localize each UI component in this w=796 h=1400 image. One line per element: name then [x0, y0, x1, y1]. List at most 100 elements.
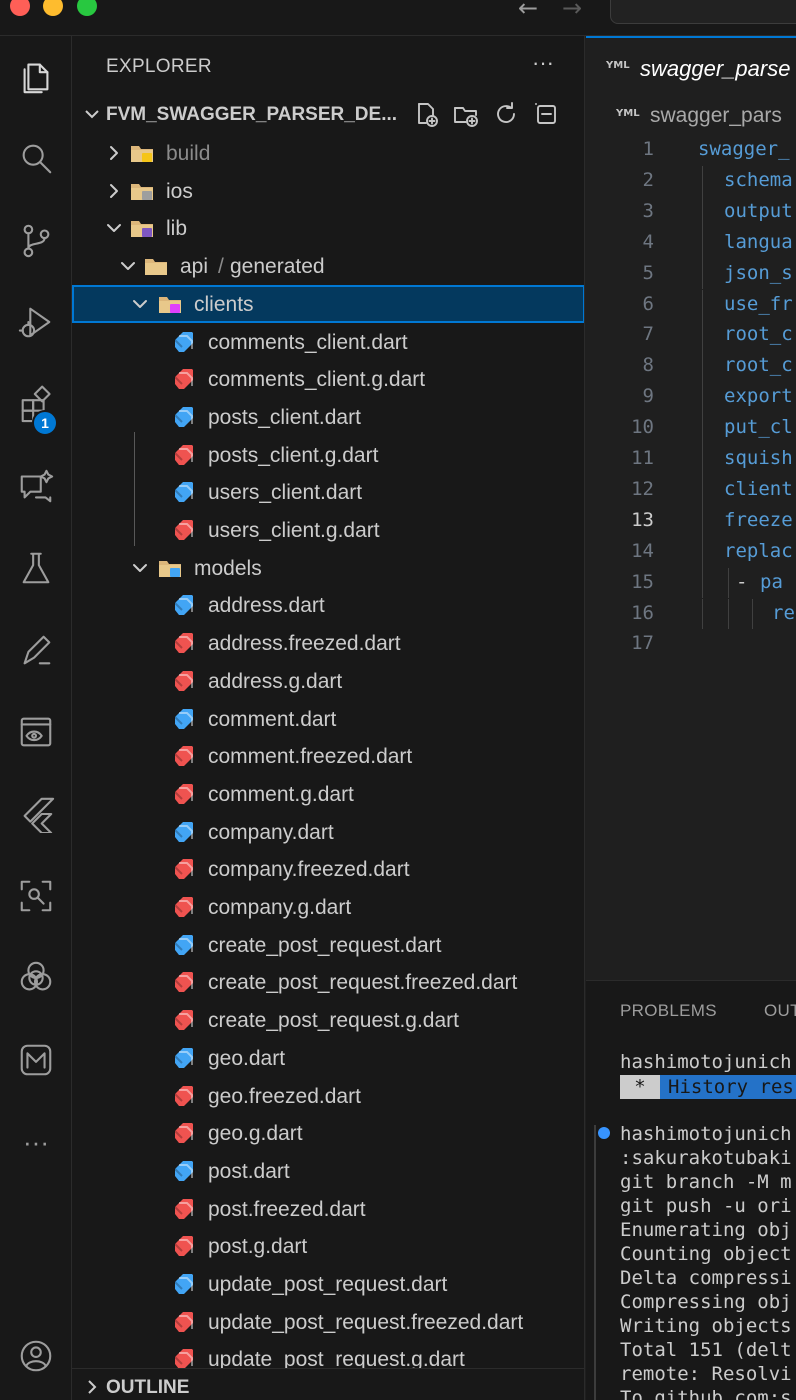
scan-search-icon[interactable] [0, 866, 72, 926]
tree-file-row[interactable]: geo.g.dart [72, 1114, 584, 1152]
back-arrow-icon[interactable]: ← [518, 0, 538, 22]
explorer-sidebar: EXPLORER ··· FVM_SWAGGER_PARSER_DE... bu… [72, 36, 585, 1400]
tree-file-row[interactable]: company.g.dart [72, 888, 584, 926]
tree-folder-row[interactable]: lib [72, 209, 584, 247]
command-center-search[interactable] [610, 0, 796, 24]
code-line[interactable]: 5 json_s [586, 258, 796, 290]
tree-file-row[interactable]: company.dart [72, 813, 584, 851]
preview-eye-icon[interactable] [0, 702, 72, 762]
code-line[interactable]: 4 langua [586, 227, 796, 259]
breadcrumb-file[interactable]: swagger_pars [650, 104, 782, 128]
tree-file-row[interactable]: geo.dart [72, 1039, 584, 1077]
new-folder-icon[interactable] [452, 100, 480, 128]
code-line[interactable]: 9 export [586, 382, 796, 414]
tree-file-row[interactable]: comments_client.dart [72, 323, 584, 361]
refresh-icon[interactable] [492, 100, 520, 128]
close-window-button[interactable] [10, 0, 30, 16]
dart-generated-file-icon [172, 1311, 196, 1333]
chevron-down-icon[interactable] [118, 256, 138, 276]
tree-file-row[interactable]: comment.dart [72, 700, 584, 738]
code-line[interactable]: 8 root_c [586, 351, 796, 383]
tree-file-row[interactable]: address.freezed.dart [72, 624, 584, 662]
code-line[interactable]: 2 schema [586, 165, 796, 197]
explorer-icon[interactable] [0, 46, 72, 106]
flutter-icon[interactable] [0, 784, 72, 844]
code-line[interactable]: 16 re [586, 598, 796, 630]
zoom-window-button[interactable] [77, 0, 97, 16]
tree-item-label: create_post_request.freezed.dart [208, 971, 518, 995]
tree-file-row[interactable]: update_post_request.freezed.dart [72, 1303, 584, 1341]
tree-file-row[interactable]: comments_client.g.dart [72, 360, 584, 398]
chevron-down-icon[interactable] [104, 218, 124, 238]
tree-folder-row[interactable]: api / generated [72, 247, 584, 285]
tree-folder-row[interactable]: ios [72, 172, 584, 210]
tree-file-row[interactable]: create_post_request.dart [72, 926, 584, 964]
chat-sparkle-icon[interactable] [0, 456, 72, 516]
command-decoration-dot[interactable] [598, 1127, 610, 1139]
testing-flask-icon[interactable] [0, 538, 72, 598]
code-line[interactable]: 6 use_fr [586, 289, 796, 321]
code-line[interactable]: 14 replac [586, 536, 796, 568]
tree-item-label: post.dart [208, 1159, 290, 1183]
tree-file-row[interactable]: create_post_request.g.dart [72, 1001, 584, 1039]
search-icon[interactable] [0, 128, 72, 188]
account-icon[interactable] [0, 1326, 72, 1386]
tree-file-row[interactable]: address.g.dart [72, 662, 584, 700]
more-icon[interactable]: ··· [0, 1112, 72, 1172]
indent-guide [702, 320, 703, 352]
code-line[interactable]: 3 output [586, 196, 796, 228]
tree-file-row[interactable]: create_post_request.freezed.dart [72, 963, 584, 1001]
code-line[interactable]: 11 squish [586, 444, 796, 475]
code-line[interactable]: 1 swagger_ [586, 135, 796, 166]
tree-file-row[interactable]: update_post_request.dart [72, 1265, 584, 1303]
tree-file-row[interactable]: comment.g.dart [72, 775, 584, 813]
editor-tab-active[interactable]: YML swagger_parse [586, 36, 796, 96]
code-line[interactable]: 17 [586, 629, 796, 660]
code-line[interactable]: 13 freeze [586, 505, 796, 537]
tree-item-label: posts_client.dart [208, 405, 361, 429]
tree-folder-row[interactable]: models [72, 549, 584, 587]
tree-file-row[interactable]: users_client.g.dart [72, 511, 584, 549]
tree-file-row[interactable]: company.freezed.dart [72, 850, 584, 888]
outline-section[interactable]: OUTLINE [72, 1368, 584, 1400]
code-line[interactable]: 12 client [586, 474, 796, 506]
chevron-down-icon[interactable] [130, 558, 150, 578]
pen-icon[interactable] [0, 620, 72, 680]
tree-file-row[interactable]: posts_client.g.dart [72, 436, 584, 474]
code-line[interactable]: 15 - pa [586, 567, 796, 599]
dart-file-icon [172, 934, 196, 956]
chevron-right-icon[interactable] [104, 181, 124, 201]
dart-generated-file-icon [172, 1085, 196, 1107]
tree-file-row[interactable]: posts_client.dart [72, 398, 584, 436]
tree-file-row[interactable]: post.g.dart [72, 1227, 584, 1265]
dart-generated-file-icon [172, 971, 196, 993]
tab-problems[interactable]: PROBLEMS [620, 1001, 717, 1021]
tree-file-row[interactable]: address.dart [72, 586, 584, 624]
code-line[interactable]: 7 root_c [586, 320, 796, 352]
new-file-icon[interactable] [412, 100, 440, 128]
tree-item-label: company.g.dart [208, 896, 352, 919]
tree-file-row[interactable]: geo.freezed.dart [72, 1077, 584, 1115]
minimize-window-button[interactable] [43, 0, 63, 16]
source-control-icon[interactable] [0, 210, 72, 270]
code-line[interactable]: 10 put_cl [586, 413, 796, 444]
explorer-more-actions[interactable]: ··· [532, 50, 554, 76]
tree-file-row[interactable]: post.dart [72, 1152, 584, 1190]
project-root-row[interactable]: FVM_SWAGGER_PARSER_DE... [72, 96, 584, 134]
dart-file-icon [172, 481, 196, 503]
tree-folder-row[interactable]: build [72, 134, 584, 172]
tree-file-row[interactable]: comment.freezed.dart [72, 737, 584, 775]
outline-label: OUTLINE [106, 1377, 190, 1398]
chevron-right-icon[interactable] [104, 143, 124, 163]
m-logo-icon[interactable] [0, 1030, 72, 1090]
run-debug-icon[interactable] [0, 292, 72, 352]
tree-file-row[interactable]: users_client.dart [72, 473, 584, 511]
tab-output[interactable]: OUT [764, 1001, 796, 1021]
tree-file-row[interactable]: post.freezed.dart [72, 1190, 584, 1228]
forward-arrow-icon[interactable]: → [562, 0, 582, 22]
openai-icon[interactable] [0, 948, 72, 1008]
collapse-all-icon[interactable] [532, 100, 560, 128]
chevron-down-icon[interactable] [130, 294, 150, 314]
tree-folder-row[interactable]: clients [72, 284, 584, 323]
extensions-icon[interactable]: 1 [0, 374, 72, 436]
